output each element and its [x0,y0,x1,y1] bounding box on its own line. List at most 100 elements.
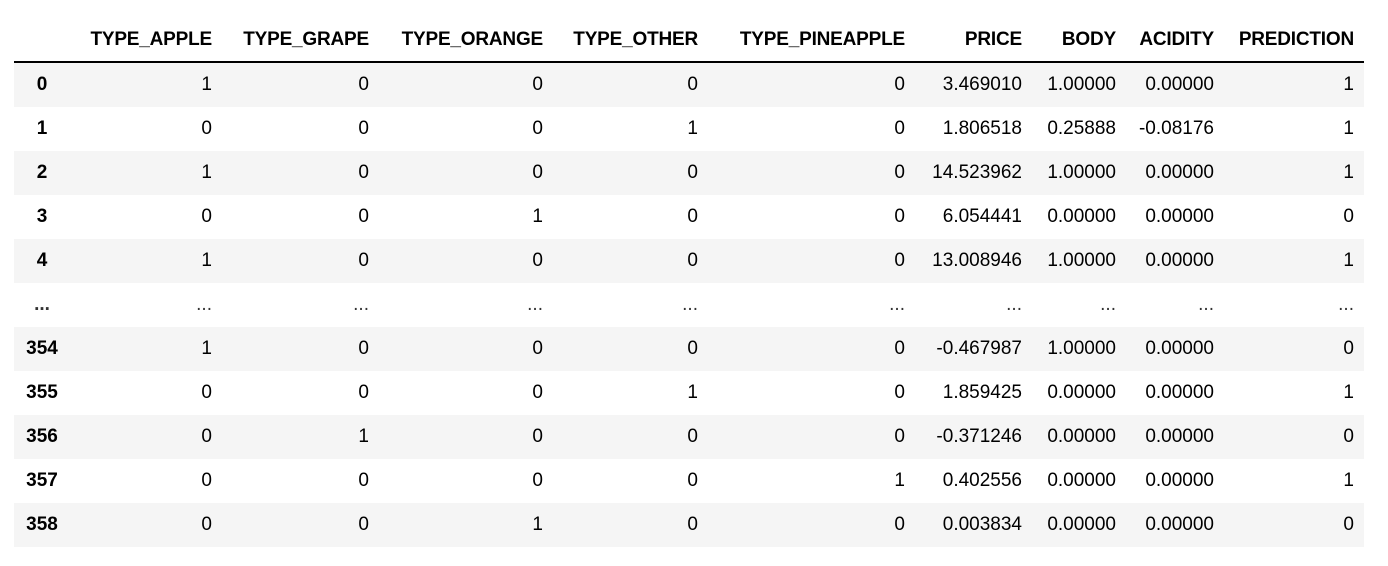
row-index: 1 [36,118,48,139]
table-cell: 0 [894,206,905,227]
row-index: 358 [26,514,58,535]
table-cell: 0 [532,426,543,447]
table-cell: 0 [532,382,543,403]
table-cell: 1.00000 [1047,162,1116,183]
table-cell: 0 [894,250,905,271]
table-cell: 0 [894,382,905,403]
table-cell: 0.25888 [1047,118,1116,139]
table-cell: 0 [358,470,369,491]
table-cell: 0.003834 [942,514,1022,535]
table-row: 3 0 0 1 0 0 6.054441 0.00000 0.00000 0 [14,195,1364,239]
table-cell: 6.054441 [942,206,1022,227]
table-cell: ... [527,294,543,315]
table-cell: 0 [687,250,698,271]
table-cell: -0.08176 [1138,118,1214,139]
table-cell: ... [1338,294,1354,315]
dataframe-output: TYPE_APPLE TYPE_GRAPE TYPE_ORANGE TYPE_O… [14,18,1364,547]
table-cell: 0 [532,118,543,139]
table-cell: 0.00000 [1047,382,1116,403]
column-header: PRICE [915,18,1032,63]
table-cell: 1 [1343,382,1354,403]
table-row: 2 1 0 0 0 0 14.523962 1.00000 0.00000 1 [14,151,1364,195]
table-cell: 0.00000 [1145,426,1214,447]
table-row: 355 0 0 0 1 0 1.859425 0.00000 0.00000 1 [14,371,1364,415]
table-row: 358 0 0 1 0 0 0.003834 0.00000 0.00000 0 [14,503,1364,547]
table-cell: 0 [687,470,698,491]
table-cell: 1 [532,206,543,227]
table-cell: 0 [687,338,698,359]
table-cell: 1 [1343,250,1354,271]
table-cell: 0.00000 [1145,250,1214,271]
table-cell: 0 [201,118,212,139]
table-cell: 3.469010 [942,74,1022,95]
table-cell: 0.00000 [1047,514,1116,535]
column-header: ACIDITY [1126,18,1224,63]
table-cell: 0 [687,74,698,95]
table-cell: 0 [532,250,543,271]
table-cell: 0 [532,338,543,359]
table-cell: 14.523962 [932,162,1022,183]
table-cell: 0.00000 [1145,74,1214,95]
row-index: 357 [26,470,58,491]
column-header: TYPE_APPLE [70,18,222,63]
row-index: 0 [36,74,48,95]
header-row: TYPE_APPLE TYPE_GRAPE TYPE_ORANGE TYPE_O… [14,18,1364,63]
row-index: 354 [26,338,58,359]
table-cell: 1.00000 [1047,74,1116,95]
table-cell: 1.00000 [1047,250,1116,271]
table-cell: 0.00000 [1145,206,1214,227]
table-cell: ... [1006,294,1022,315]
row-index: 356 [26,426,58,447]
table-row: 4 1 0 0 0 0 13.008946 1.00000 0.00000 1 [14,239,1364,283]
column-header: TYPE_ORANGE [379,18,553,63]
table-cell: 0.402556 [942,470,1022,491]
table-cell: -0.371246 [936,426,1022,447]
table-row: 356 0 1 0 0 0 -0.371246 0.00000 0.00000 0 [14,415,1364,459]
table-cell: 0 [358,118,369,139]
table-cell: 1 [1343,74,1354,95]
column-header: TYPE_PINEAPPLE [708,18,915,63]
table-cell: 1 [894,470,905,491]
table-cell: 0.00000 [1145,382,1214,403]
table-cell: 1 [201,74,212,95]
table-row: .............................. [14,283,1364,327]
table-cell: 0 [1343,338,1354,359]
column-header: BODY [1032,18,1126,63]
table-cell: 0 [894,74,905,95]
table-cell: 0.00000 [1047,470,1116,491]
table-cell: ... [682,294,698,315]
table-row: 354 1 0 0 0 0 -0.467987 1.00000 0.00000 0 [14,327,1364,371]
table-cell: 1 [358,426,369,447]
table-cell: 0 [358,162,369,183]
table-cell: 0 [894,338,905,359]
table-cell: ... [353,294,369,315]
dataframe-table: TYPE_APPLE TYPE_GRAPE TYPE_ORANGE TYPE_O… [14,18,1364,547]
table-cell: 0 [687,206,698,227]
table-cell: 0 [687,514,698,535]
table-cell: 0 [358,514,369,535]
column-header: TYPE_OTHER [553,18,708,63]
table-cell: 1 [687,118,698,139]
table-body: 0 1 0 0 0 0 3.469010 1.00000 0.00000 1 1 0 0 0 1 0 1.806… [14,62,1364,547]
table-cell: 0 [894,162,905,183]
table-cell: 1.806518 [942,118,1022,139]
table-cell: 1.859425 [942,382,1022,403]
table-cell: 0 [532,162,543,183]
table-cell: 1.00000 [1047,338,1116,359]
row-index: 355 [26,382,58,403]
table-cell: 1 [1343,470,1354,491]
column-header: TYPE_GRAPE [222,18,379,63]
table-cell: ... [196,294,212,315]
table-cell: 0.00000 [1145,470,1214,491]
table-cell: 0 [687,426,698,447]
table-cell: 0 [532,74,543,95]
table-cell: 0 [532,470,543,491]
table-cell: 0.00000 [1047,206,1116,227]
row-index: ... [34,294,50,315]
table-cell: 0 [894,514,905,535]
table-cell: 0 [358,206,369,227]
table-cell: 0 [687,162,698,183]
table-cell: 1 [532,514,543,535]
table-row: 357 0 0 0 0 1 0.402556 0.00000 0.00000 1 [14,459,1364,503]
table-cell: 0 [1343,514,1354,535]
